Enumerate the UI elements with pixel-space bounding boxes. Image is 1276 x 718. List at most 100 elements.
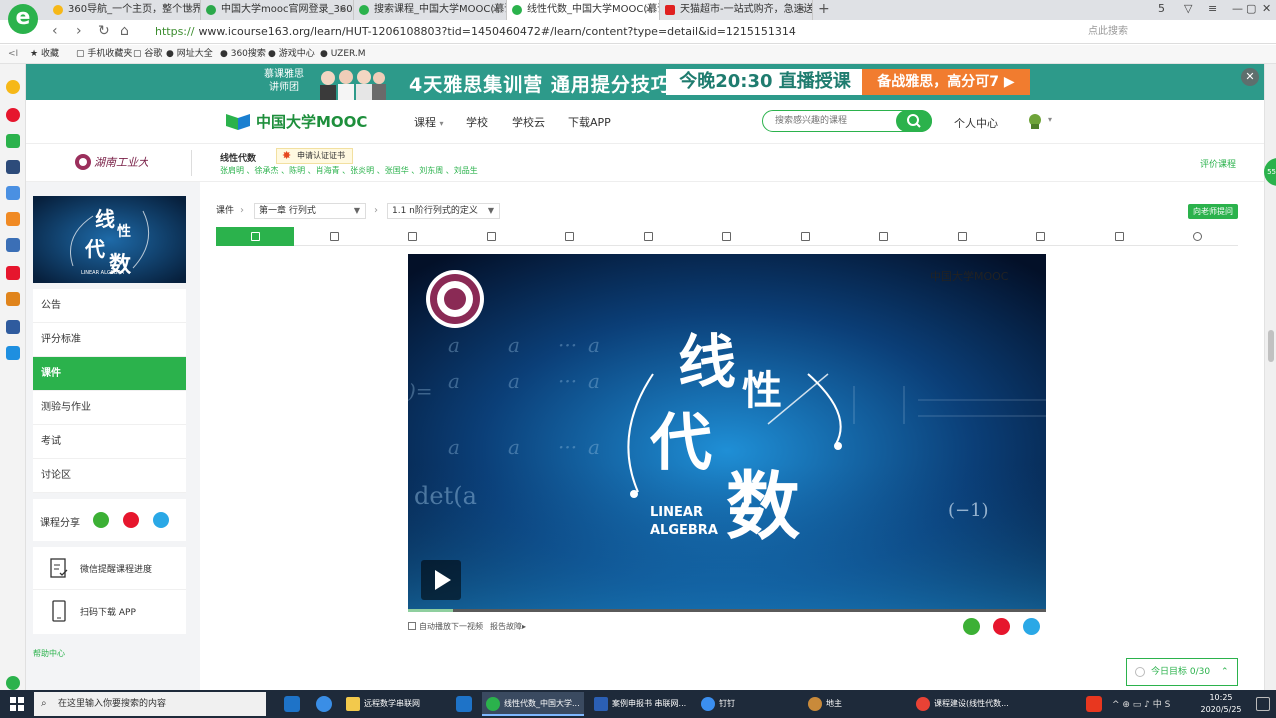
taskbar-app-active[interactable]: 线性代数_中国大学... bbox=[482, 692, 584, 716]
menu-item-courseware[interactable]: 课件 bbox=[33, 357, 186, 391]
tab-close-icon[interactable]: × bbox=[798, 0, 806, 20]
course-search-input[interactable] bbox=[775, 114, 885, 128]
unit-tab-video[interactable] bbox=[373, 227, 451, 246]
ad-banner[interactable]: 慕课雅思 讲师团 4天雅思集训营 通用提分技巧 今晚20:30 直播授课 备战雅… bbox=[26, 64, 1264, 100]
browser-tab[interactable]: 搜索课程_中国大学MOOC(慕课) × bbox=[354, 0, 507, 20]
unit-tab-video[interactable] bbox=[295, 227, 373, 246]
autoplay-toggle[interactable]: 自动播放下一视频 bbox=[408, 621, 483, 633]
menu-item-grading[interactable]: 评分标准 bbox=[33, 323, 186, 357]
browser-tab[interactable]: 360导航_一个主页，整个世界 × bbox=[48, 0, 201, 20]
back-icon[interactable]: ‹ bbox=[52, 23, 58, 39]
taskbar-app[interactable]: 案例申报书 串联网... bbox=[590, 692, 686, 716]
teacher-list[interactable]: 张肩明 、徐承杰 、陈明 、肖海青 、张炎明 、张国华 、刘东周 、刘品生 bbox=[220, 165, 478, 176]
ad-cta-button[interactable]: 备战雅思，高分可7 ▶ bbox=[862, 69, 1030, 95]
section-select[interactable]: 1.1 n阶行列式的定义 ▼ bbox=[387, 203, 500, 219]
bookmark-item[interactable]: ● 网址大全 bbox=[166, 45, 213, 64]
unit-tab-quiz[interactable] bbox=[844, 227, 922, 246]
bookmark-item[interactable]: ● 游戏中心 bbox=[268, 45, 315, 64]
mail-icon[interactable] bbox=[6, 134, 20, 148]
browser-tab[interactable]: 中国大学mooc官网登录_360搜索 × bbox=[201, 0, 354, 20]
scan-download-app[interactable]: 扫码下载 APP bbox=[33, 590, 186, 633]
tab-close-icon[interactable]: × bbox=[645, 0, 653, 20]
tab-close-icon[interactable]: × bbox=[186, 0, 194, 20]
nav-download-app[interactable]: 下载APP bbox=[568, 114, 611, 130]
video-icon[interactable] bbox=[6, 266, 20, 280]
ie-icon[interactable] bbox=[456, 696, 472, 712]
minimize-button[interactable]: — bbox=[1232, 2, 1243, 15]
evaluate-course-link[interactable]: 评价课程 bbox=[1200, 157, 1236, 170]
unit-tab-quiz[interactable] bbox=[923, 227, 1001, 246]
bookmark-item[interactable]: ▢ 手机收藏夹 bbox=[76, 45, 132, 64]
browser-search-input[interactable]: 点此搜索 bbox=[1088, 23, 1218, 41]
add-icon[interactable] bbox=[6, 676, 20, 690]
taskbar-app[interactable]: 钉钉 bbox=[697, 692, 735, 716]
bookmark-item[interactable]: ★ 收藏 bbox=[30, 45, 59, 64]
browser-tab-active[interactable]: 线性代数_中国大学MOOC(慕课) × bbox=[507, 0, 660, 20]
chapter-select[interactable]: 第一章 行列式 ▼ bbox=[254, 203, 366, 219]
unit-tab-discussion[interactable] bbox=[1158, 227, 1236, 246]
autoplay-checkbox[interactable] bbox=[408, 621, 416, 630]
home-icon[interactable]: ⌂ bbox=[120, 23, 129, 39]
forward-icon[interactable]: › bbox=[76, 23, 82, 39]
unit-tab-video[interactable] bbox=[452, 227, 530, 246]
edge-icon[interactable] bbox=[284, 696, 300, 712]
tab-close-icon[interactable]: × bbox=[492, 0, 500, 20]
refresh-icon[interactable]: ↻ bbox=[98, 23, 110, 39]
apply-certificate-button[interactable]: ✸ 申请认证证书 bbox=[276, 148, 353, 164]
ask-teacher-button[interactable]: 向老师提问 bbox=[1188, 204, 1238, 219]
game-icon[interactable] bbox=[6, 292, 20, 306]
bookmark-collapse-icon[interactable]: <I bbox=[8, 45, 18, 64]
taskbar-app[interactable]: 远程数学串联网 bbox=[342, 692, 420, 716]
qq-icon[interactable] bbox=[153, 512, 169, 528]
taskbar-app[interactable]: 课程建设(线性代数... bbox=[912, 692, 1009, 716]
school-logo[interactable]: 湖南工业大学 bbox=[74, 152, 148, 172]
avatar[interactable] bbox=[1026, 112, 1044, 130]
news-icon[interactable] bbox=[6, 160, 20, 174]
wechat-reminder[interactable]: 微信提醒课程进度 bbox=[33, 547, 186, 590]
unit-tab-document[interactable] bbox=[766, 227, 844, 246]
bookmark-item[interactable]: ● UZER.M bbox=[320, 45, 366, 64]
unit-tab-video[interactable] bbox=[216, 227, 294, 246]
unit-tab-document[interactable] bbox=[687, 227, 765, 246]
unit-tab-quiz[interactable] bbox=[1080, 227, 1158, 246]
chevron-down-icon[interactable]: ▾ bbox=[1048, 115, 1052, 124]
course-cover[interactable]: 线 性 代 数 LINEAR ALGEBRA bbox=[33, 196, 186, 283]
nav-school-cloud[interactable]: 学校云 bbox=[512, 114, 545, 130]
daily-goal-button[interactable]: 今日目标 0/30 ⌃ bbox=[1126, 658, 1238, 686]
unit-tab-document[interactable] bbox=[609, 227, 687, 246]
tab-count-icon[interactable]: 5 bbox=[1158, 2, 1165, 15]
app-icon[interactable] bbox=[6, 238, 20, 252]
tray-app-icon[interactable] bbox=[1086, 696, 1102, 712]
skin-icon[interactable]: ▽ bbox=[1184, 2, 1192, 15]
new-tab-button[interactable]: + bbox=[818, 1, 830, 17]
breadcrumb-root[interactable]: 课件 bbox=[216, 203, 234, 219]
nav-schools[interactable]: 学校 bbox=[466, 114, 488, 130]
menu-item-discussion[interactable]: 讨论区 bbox=[33, 459, 186, 493]
maximize-button[interactable]: ▢ bbox=[1246, 2, 1256, 15]
unit-tab-document[interactable] bbox=[530, 227, 608, 246]
search-button[interactable] bbox=[896, 110, 932, 132]
close-window-button[interactable]: ✕ bbox=[1262, 2, 1271, 15]
video-progress-bar[interactable] bbox=[408, 609, 1046, 612]
taskbar-app[interactable]: 地主 bbox=[804, 692, 842, 716]
favorites-icon[interactable] bbox=[6, 80, 20, 94]
unit-tab-quiz[interactable] bbox=[1001, 227, 1079, 246]
help-center-link[interactable]: 帮助中心 bbox=[33, 648, 65, 659]
windows-start-icon[interactable] bbox=[10, 697, 24, 711]
scrollbar-thumb[interactable] bbox=[1268, 330, 1274, 362]
browser-tab[interactable]: 天猫超市-一站式购齐，急速送达 × bbox=[660, 0, 813, 20]
browser-app-icon[interactable] bbox=[316, 696, 332, 712]
bookmark-item[interactable]: ● 360搜索 bbox=[220, 45, 266, 64]
menu-item-quiz-homework[interactable]: 测验与作业 bbox=[33, 391, 186, 425]
user-center-link[interactable]: 个人中心 bbox=[954, 115, 998, 131]
doc-icon[interactable] bbox=[6, 186, 20, 200]
game-icon[interactable] bbox=[6, 212, 20, 226]
app-icon[interactable] bbox=[6, 320, 20, 334]
p-app-icon[interactable] bbox=[6, 346, 20, 360]
wechat-icon[interactable] bbox=[93, 512, 109, 528]
menu-item-announcement[interactable]: 公告 bbox=[33, 289, 186, 323]
taskbar-search-input[interactable]: ⌕ 在这里输入你要搜索的内容 bbox=[34, 692, 266, 716]
menu-item-exam[interactable]: 考试 bbox=[33, 425, 186, 459]
taskbar-clock[interactable]: 10:25 2020/5/25 bbox=[1194, 692, 1248, 716]
weibo-icon[interactable] bbox=[993, 618, 1010, 635]
